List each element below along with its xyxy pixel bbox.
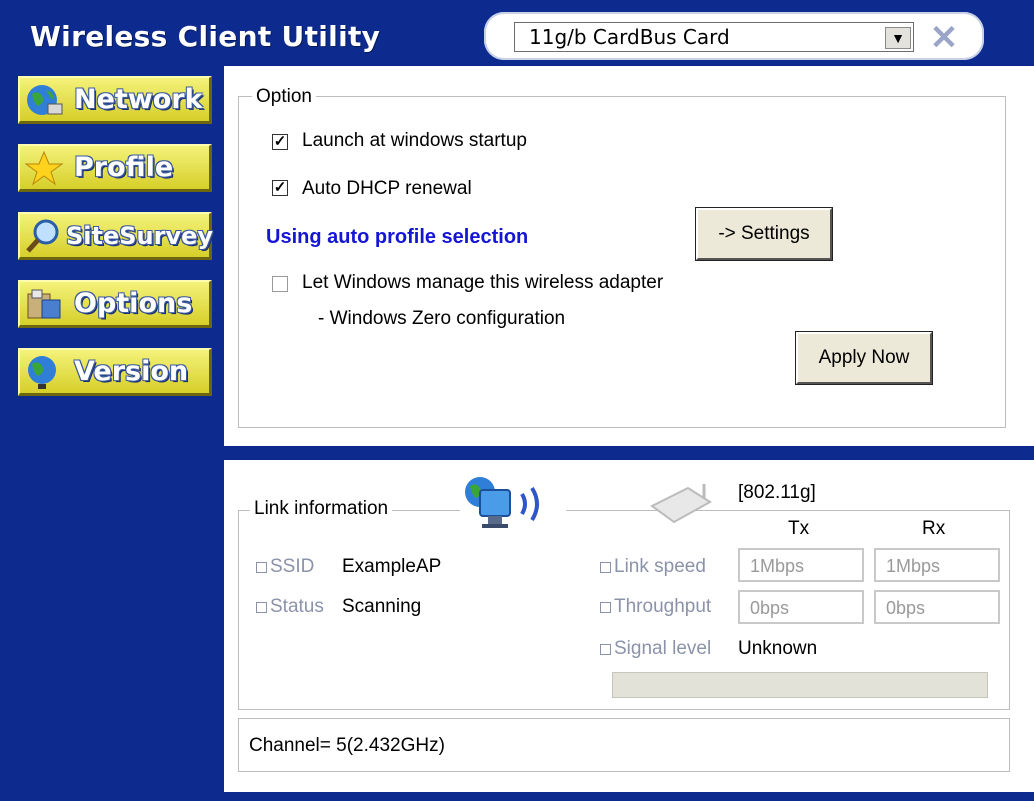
signal-level-label: Signal level <box>614 638 712 659</box>
settings-button[interactable]: -> Settings <box>695 207 833 261</box>
options-tools-icon <box>27 289 61 319</box>
sidebar-item-network[interactable]: Network <box>18 76 212 124</box>
sidebar-item-options[interactable]: Options <box>18 280 212 328</box>
signal-level-marker <box>600 644 611 655</box>
status-value: Scanning <box>342 596 422 617</box>
ssid-value: ExampleAP <box>342 556 442 577</box>
auto-dhcp-checkbox[interactable]: ✓ <box>272 180 288 196</box>
star-icon <box>24 150 64 186</box>
app-title: Wireless Client Utility <box>30 20 381 53</box>
auto-dhcp-label: Auto DHCP renewal <box>302 178 472 199</box>
ssid-marker <box>256 562 267 573</box>
link-info-panel: Link information [802.11g] Tx Rx SSID Ex… <box>224 460 1034 792</box>
windows-manage-label: Let Windows manage this wireless adapter <box>302 272 664 293</box>
adapter-select-value: 11g/b CardBus Card <box>529 25 730 49</box>
throughput-label: Throughput <box>614 596 712 617</box>
magnifier-icon <box>26 219 59 253</box>
status-label: Status <box>270 596 324 617</box>
wireless-card-icon <box>650 484 712 524</box>
globe-version-icon <box>28 356 56 389</box>
signal-level-bar <box>612 672 988 698</box>
sidebar-item-label: Options <box>74 288 193 319</box>
adapter-select[interactable]: 11g/b CardBus Card ▼ <box>514 22 914 52</box>
windows-manage-checkbox[interactable] <box>272 276 288 292</box>
launch-startup-checkbox[interactable]: ✓ <box>272 134 288 150</box>
signal-level-value: Unknown <box>738 638 818 659</box>
throughput-rx-field: 0bps <box>874 590 1000 624</box>
auto-profile-text: Using auto profile selection <box>266 226 529 248</box>
sidebar-item-label: SiteSurvey <box>66 222 214 250</box>
globe-network-icon <box>27 85 63 115</box>
sidebar-item-profile[interactable]: Profile <box>18 144 212 192</box>
chevron-down-icon[interactable]: ▼ <box>885 27 911 49</box>
link-speed-label: Link speed <box>614 556 706 577</box>
windows-zero-text: - Windows Zero configuration <box>318 308 566 329</box>
channel-text: Channel= 5(2.432GHz) <box>249 735 445 756</box>
network-computer-icon <box>460 474 566 536</box>
wireless-mode: [802.11g] <box>738 482 816 503</box>
sidebar-item-label: Network <box>74 84 203 115</box>
link-speed-tx-field: 1Mbps <box>738 548 864 582</box>
throughput-marker <box>600 602 611 613</box>
option-group-label: Option <box>252 86 316 108</box>
throughput-tx-field: 0bps <box>738 590 864 624</box>
link-speed-rx-field: 1Mbps <box>874 548 1000 582</box>
sidebar-item-sitesurvey[interactable]: SiteSurvey <box>18 212 214 260</box>
sidebar-item-label: Profile <box>74 152 174 183</box>
channel-box: Channel= 5(2.432GHz) <box>238 718 1010 772</box>
launch-startup-label: Launch at windows startup <box>302 130 527 151</box>
status-marker <box>256 602 267 613</box>
sidebar-item-label: Version <box>74 356 189 387</box>
close-icon[interactable]: ✕ <box>928 21 960 55</box>
utility-window: Wireless Client Utility 11g/b CardBus Ca… <box>0 0 1034 801</box>
apply-now-button[interactable]: Apply Now <box>795 331 933 385</box>
ssid-label: SSID <box>270 556 315 577</box>
options-panel: Option ✓ Launch at windows startup ✓ Aut… <box>224 66 1034 446</box>
link-speed-marker <box>600 562 611 573</box>
rx-header: Rx <box>922 518 946 539</box>
link-info-label: Link information <box>250 498 393 520</box>
sidebar-item-version[interactable]: Version <box>18 348 212 396</box>
tx-header: Tx <box>788 518 810 539</box>
